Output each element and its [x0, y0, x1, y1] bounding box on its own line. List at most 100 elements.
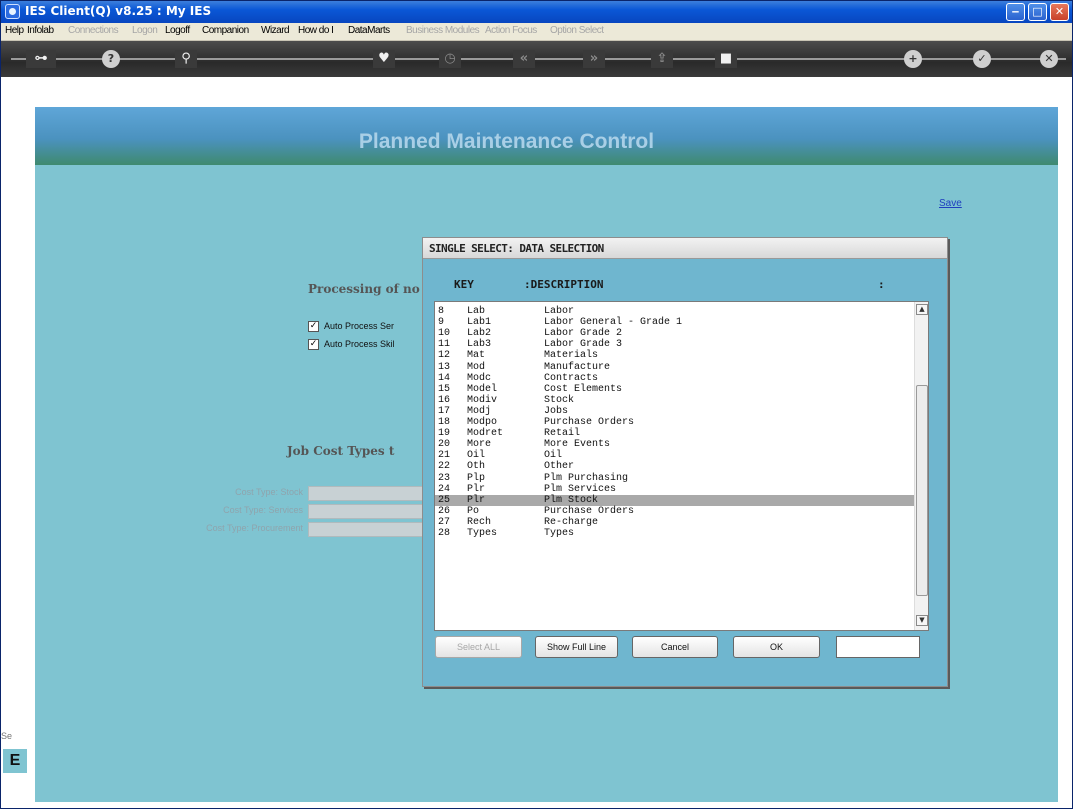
list-item-description: Cost Elements — [544, 383, 623, 395]
list-item-description: Labor Grade 3 — [544, 339, 623, 351]
scroll-up-icon[interactable]: ▲ — [916, 304, 928, 315]
list-item-key: Lab3 — [467, 339, 492, 351]
menu-datamarts[interactable]: DataMarts — [348, 25, 390, 36]
auto-process-services-checkbox[interactable]: ✓ — [308, 321, 319, 332]
list-item-number: 25 — [438, 494, 451, 506]
list-item-description: Contracts — [544, 372, 599, 384]
cost-type-services-field[interactable] — [308, 504, 426, 519]
list-item[interactable]: 17 Modj Jobs — [435, 406, 914, 417]
save-link[interactable]: Save — [939, 198, 962, 209]
list-item[interactable]: 19 Modret Retail — [435, 428, 914, 439]
list-item[interactable]: 12 Mat Materials — [435, 350, 914, 361]
maximize-button[interactable]: □ — [1028, 3, 1047, 21]
list-item-key: Oth — [467, 461, 486, 473]
list-item[interactable]: 14 Modc Contracts — [435, 373, 914, 384]
dialog-title-bar[interactable]: SINGLE SELECT: DATA SELECTION — [423, 238, 947, 259]
list-item[interactable]: 24 Plr Plm Services — [435, 484, 914, 495]
list-item-key: Modj — [467, 405, 492, 417]
list-item[interactable]: 28 Types Types — [435, 528, 914, 539]
list-item-key: Oil — [467, 450, 486, 462]
rewind-icon[interactable]: « — [513, 50, 535, 68]
list-item-description: Retail — [544, 428, 581, 440]
menu-action-focus[interactable]: Action Focus — [485, 25, 537, 36]
cost-type-procurement-field[interactable] — [308, 522, 426, 537]
list-item-number: 13 — [438, 361, 451, 373]
menu-wizard[interactable]: Wizard — [261, 25, 290, 36]
list-item[interactable]: 23 Plp Plm Purchasing — [435, 473, 914, 484]
list-item-key: Modret — [467, 428, 504, 440]
key-icon[interactable]: ⊶ — [26, 50, 56, 68]
list-item-number: 20 — [438, 439, 451, 451]
auto-process-skills-label: Auto Process Skil — [324, 339, 395, 349]
select-all-button[interactable]: Select ALL — [435, 636, 522, 658]
fast-forward-icon[interactable]: » — [583, 50, 605, 68]
list-item[interactable]: 8 Lab Labor — [435, 306, 914, 317]
list-item[interactable]: 16 Modiv Stock — [435, 395, 914, 406]
scroll-down-icon[interactable]: ▼ — [916, 615, 928, 626]
clock-icon[interactable]: ◷ — [439, 50, 461, 68]
list-item-key: Mat — [467, 350, 486, 362]
menu-connections[interactable]: Connections — [68, 25, 119, 36]
search-icon[interactable]: ⚲ — [175, 50, 197, 68]
side-icon[interactable]: E — [3, 749, 27, 773]
auto-process-skills-checkbox[interactable]: ✓ — [308, 339, 319, 350]
list-item[interactable]: 11 Lab3 Labor Grade 3 — [435, 339, 914, 350]
menu-logon[interactable]: Logon — [132, 25, 158, 36]
list-item-number: 14 — [438, 372, 451, 384]
list-item[interactable]: 26 Po Purchase Orders — [435, 506, 914, 517]
cancel-button[interactable]: Cancel — [632, 636, 718, 658]
list-item[interactable]: 22 Oth Other — [435, 461, 914, 472]
check-icon[interactable]: ✓ — [973, 50, 991, 68]
list-scrollbar[interactable]: ▲ ▼ — [914, 302, 928, 630]
list-item[interactable]: 25 Plr Plm Stock — [435, 494, 914, 506]
list-item-key: Mod — [467, 361, 486, 373]
scroll-thumb[interactable] — [916, 385, 928, 596]
list-item-description: Types — [544, 528, 575, 539]
export-icon[interactable]: ⇪ — [651, 50, 673, 68]
list-item-number: 28 — [438, 528, 451, 539]
menu-companion[interactable]: Companion — [202, 25, 249, 36]
menu-option-select[interactable]: Option Select — [550, 25, 604, 36]
list-item-key: Modiv — [467, 394, 498, 406]
plus-icon[interactable]: + — [904, 50, 922, 68]
list-item-number: 10 — [438, 328, 451, 340]
stop-icon[interactable]: ■ — [715, 50, 737, 68]
menu-business-modules[interactable]: Business Modules — [406, 25, 480, 36]
cost-type-stock-field[interactable] — [308, 486, 426, 501]
auto-process-services-label: Auto Process Ser — [324, 321, 395, 331]
list-item[interactable]: 27 Rech Re-charge — [435, 517, 914, 528]
list-item-number: 9 — [438, 317, 445, 329]
title-bar[interactable]: IES Client(Q) v8.25 : My IES ‒ □ ✕ — [1, 1, 1072, 23]
dialog-input-field[interactable] — [836, 636, 920, 658]
list-item-description: Manufacture — [544, 361, 611, 373]
list-item[interactable]: 10 Lab2 Labor Grade 2 — [435, 328, 914, 339]
list-item[interactable]: 20 More More Events — [435, 439, 914, 450]
close-window-button[interactable]: ✕ — [1050, 3, 1069, 21]
selection-list[interactable]: 8 Lab Labor 9 Lab1 Labor General - Grade 1 10 L… — [434, 301, 929, 631]
list-item-number: 18 — [438, 417, 451, 428]
menu-how-do-i[interactable]: How do I — [298, 25, 334, 36]
cost-type-procurement-label: Cost Type: Procurement — [206, 523, 303, 533]
help-icon[interactable]: ? — [102, 50, 120, 68]
heart-icon[interactable]: ♥ — [373, 50, 395, 68]
dialog-title: SINGLE SELECT: DATA SELECTION — [429, 242, 604, 255]
list-item[interactable]: 13 Mod Manufacture — [435, 362, 914, 373]
list-item-key: Lab2 — [467, 328, 492, 340]
menu-infolab[interactable]: Infolab — [27, 25, 54, 36]
show-full-line-button[interactable]: Show Full Line — [535, 636, 618, 658]
list-item[interactable]: 15 Model Cost Elements — [435, 384, 914, 395]
minimize-button[interactable]: ‒ — [1006, 3, 1025, 21]
list-item-key: Model — [467, 383, 498, 395]
menu-help[interactable]: Help — [5, 25, 24, 36]
list-item[interactable]: 9 Lab1 Labor General - Grade 1 — [435, 317, 914, 328]
menu-logoff[interactable]: Logoff — [165, 25, 190, 36]
list-item[interactable]: 18 Modpo Purchase Orders — [435, 417, 914, 428]
list-item-description: Stock — [544, 394, 575, 406]
header-band: Planned Maintenance Control — [35, 107, 1058, 165]
list-item[interactable]: 21 Oil Oil — [435, 450, 914, 461]
list-item-number: 16 — [438, 394, 451, 406]
app-icon — [5, 4, 20, 19]
close-icon[interactable]: ✕ — [1040, 50, 1058, 68]
list-item-description: Purchase Orders — [544, 417, 635, 428]
ok-button[interactable]: OK — [733, 636, 820, 658]
